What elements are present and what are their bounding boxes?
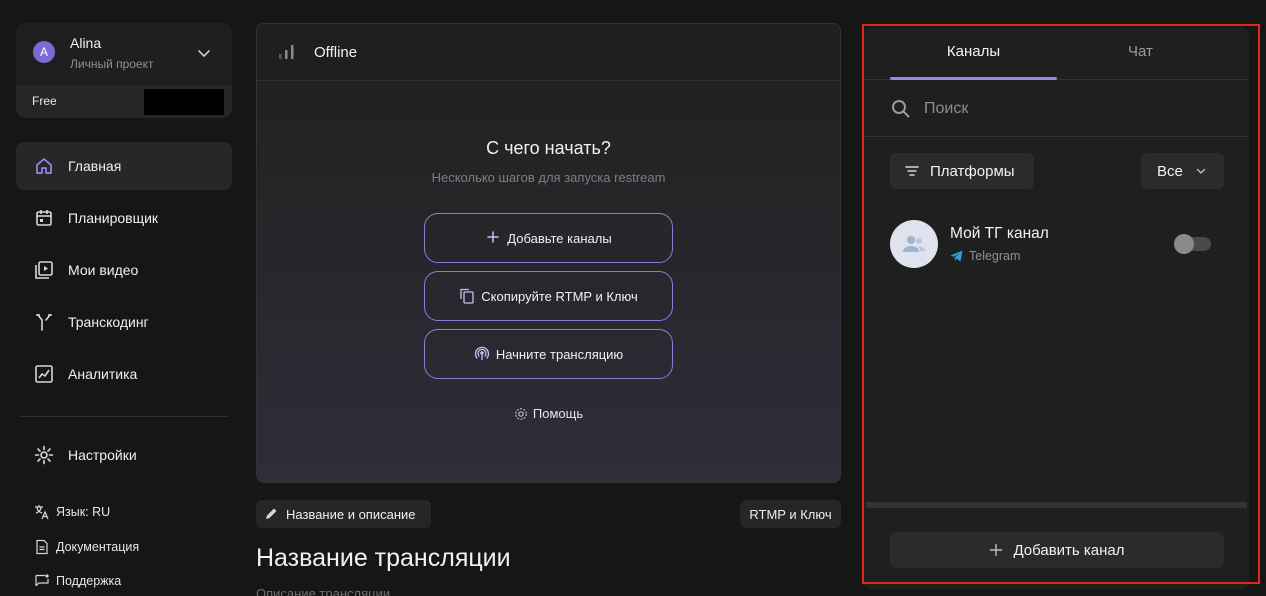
stream-status-bar: Offline xyxy=(257,24,840,81)
account-project: Личный проект xyxy=(70,57,154,71)
gear-icon xyxy=(514,407,528,421)
start-stream-label: Начните трансляцию xyxy=(495,346,624,362)
add-channels-button[interactable]: Добавьте каналы xyxy=(424,213,673,263)
sidebar-item-settings[interactable]: Настройки xyxy=(16,431,232,479)
channel-name: Мой ТГ канал xyxy=(950,225,1049,242)
channel-platform: Telegram xyxy=(950,249,1020,263)
platforms-filter-button[interactable]: Платформы xyxy=(890,153,1034,189)
plus-icon xyxy=(989,543,1003,557)
sidebar-item-label: Транскодинг xyxy=(68,314,149,330)
channel-platform-label: Telegram xyxy=(969,249,1021,263)
active-tab-indicator xyxy=(890,77,1057,80)
copy-rtmp-button[interactable]: Скопируйте RTMP и Ключ xyxy=(424,271,673,321)
add-channels-label: Добавьте каналы xyxy=(507,230,612,246)
pencil-icon xyxy=(264,507,278,521)
tab-chat[interactable]: Чат xyxy=(1057,27,1224,80)
redacted-block xyxy=(144,89,224,115)
plan-label: Free xyxy=(32,94,57,108)
stream-description[interactable]: Описание трансляции xyxy=(256,586,390,596)
group-icon xyxy=(903,236,925,252)
start-stream-button[interactable]: Начните трансляцию xyxy=(424,329,673,379)
search-bar xyxy=(864,81,1249,137)
gear-icon xyxy=(34,445,54,465)
support-label: Поддержка xyxy=(56,574,122,588)
docs-label: Документация xyxy=(56,540,140,554)
account-name: Alina xyxy=(70,35,102,51)
sidebar-item-label: Мои видео xyxy=(68,262,139,278)
sidebar-item-videos[interactable]: Мои видео xyxy=(16,246,232,294)
fork-icon xyxy=(34,312,54,332)
rtmp-key-label: RTMP и Ключ xyxy=(749,506,832,522)
filter-icon xyxy=(904,163,920,179)
copy-rtmp-label: Скопируйте RTMP и Ключ xyxy=(481,288,638,304)
search-input[interactable] xyxy=(924,97,1224,121)
platforms-filter-label: Платформы xyxy=(930,162,1015,180)
stream-preview-card: Offline С чего начать? Несколько шагов д… xyxy=(256,23,841,483)
stream-title[interactable]: Название трансляции xyxy=(256,544,511,573)
title-description-label: Название и описание xyxy=(286,506,416,522)
sidebar-item-home[interactable]: Главная xyxy=(16,142,232,190)
video-library-icon xyxy=(34,260,54,280)
stream-status: Offline xyxy=(314,44,358,61)
title-description-button[interactable]: Название и описание xyxy=(256,500,431,528)
rtmp-key-button[interactable]: RTMP и Ключ xyxy=(740,500,841,528)
chevron-down-icon xyxy=(1195,165,1207,177)
signal-icon xyxy=(277,43,295,61)
all-dropdown[interactable]: Все xyxy=(1141,153,1224,189)
sidebar-item-scheduler[interactable]: Планировщик xyxy=(16,194,232,242)
sidebar-divider xyxy=(20,416,228,417)
add-channel-button[interactable]: Добавить канал xyxy=(890,532,1224,568)
document-icon xyxy=(34,539,50,555)
help-label: Помощь xyxy=(532,406,584,421)
sidebar-item-label: Главная xyxy=(68,158,122,174)
all-dropdown-label: Все xyxy=(1157,162,1183,180)
copy-icon xyxy=(459,288,475,304)
search-icon xyxy=(891,99,911,119)
channel-avatar xyxy=(890,220,938,268)
home-icon xyxy=(34,156,54,176)
telegram-icon xyxy=(950,250,963,262)
sidebar-item-analytics[interactable]: Аналитика xyxy=(16,350,232,398)
language-label: Язык: RU xyxy=(56,505,111,519)
getting-started-title: С чего начать? xyxy=(486,138,611,158)
plan-row: Free xyxy=(16,85,232,118)
sidebar-item-label: Аналитика xyxy=(68,366,138,382)
sidebar-item-label: Настройки xyxy=(68,447,137,463)
broadcast-icon xyxy=(474,346,490,362)
avatar: A xyxy=(33,41,55,63)
add-channel-label: Добавить канал xyxy=(1013,541,1125,559)
panel-divider xyxy=(866,502,1247,508)
tab-channels[interactable]: Каналы xyxy=(890,27,1057,80)
account-switcher[interactable]: A Alina Личный проект Free xyxy=(16,23,232,118)
chat-support-icon xyxy=(34,573,50,589)
plus-icon xyxy=(485,230,501,246)
help-button[interactable]: Помощь xyxy=(257,406,840,421)
account-header[interactable]: A Alina Личный проект xyxy=(16,23,232,83)
chart-icon xyxy=(34,364,54,384)
chevron-down-icon[interactable] xyxy=(196,45,212,61)
channel-toggle[interactable] xyxy=(1174,234,1211,254)
sidebar-item-transcoding[interactable]: Транскодинг xyxy=(16,298,232,346)
sidebar-item-label: Планировщик xyxy=(68,210,159,226)
toggle-knob xyxy=(1174,234,1194,254)
channel-item[interactable]: Мой ТГ канал Telegram xyxy=(890,217,1224,269)
translate-icon xyxy=(34,504,50,520)
calendar-icon xyxy=(34,208,54,228)
getting-started-subtitle: Несколько шагов для запуска restream xyxy=(431,170,666,185)
panel-tabs: Каналы Чат xyxy=(864,27,1249,80)
channels-panel: Каналы Чат Платформы Все Мой ТГ канал Te… xyxy=(864,27,1249,590)
